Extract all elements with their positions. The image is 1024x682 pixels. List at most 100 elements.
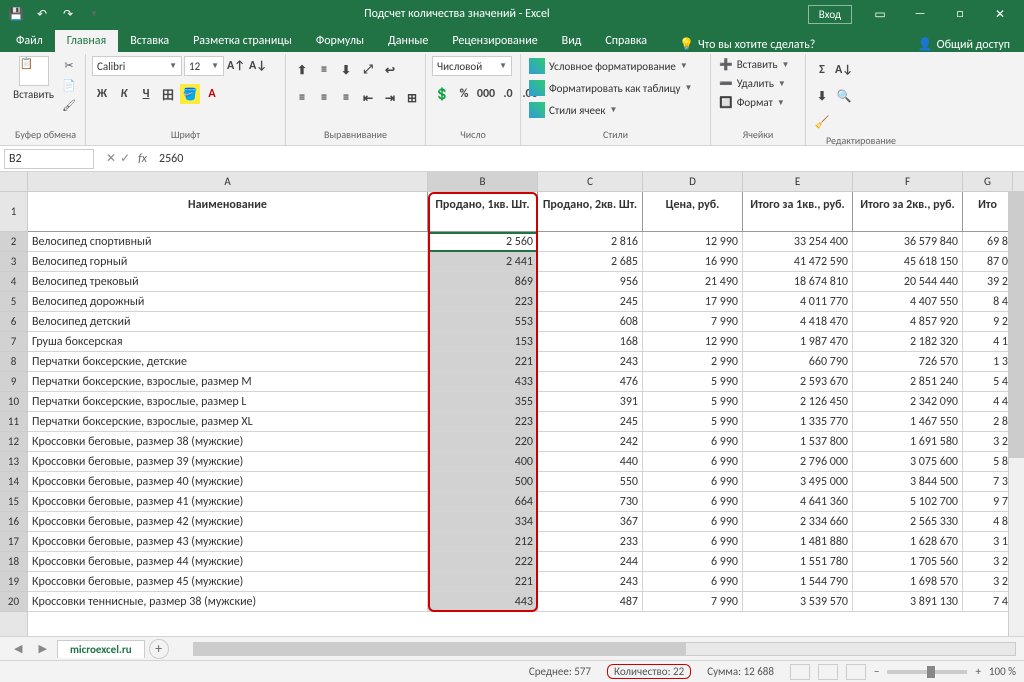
cell[interactable]: 223: [428, 412, 538, 432]
cell[interactable]: 9 2: [963, 312, 1013, 332]
cell[interactable]: 223: [428, 292, 538, 312]
horizontal-scrollbar[interactable]: [193, 642, 1016, 656]
cell[interactable]: 730: [538, 492, 643, 512]
cell[interactable]: 476: [538, 372, 643, 392]
cell[interactable]: 220: [428, 432, 538, 452]
row-header-17[interactable]: 17: [0, 532, 27, 552]
cell[interactable]: 4 857 920: [853, 312, 963, 332]
row-header-16[interactable]: 16: [0, 512, 27, 532]
col-header-G[interactable]: G: [963, 172, 1013, 191]
cell[interactable]: 487: [538, 592, 643, 612]
cell[interactable]: 2 593 670: [743, 372, 853, 392]
tab-home[interactable]: Главная: [55, 30, 118, 52]
conditional-format-button[interactable]: Условное форматирование▼: [527, 56, 690, 76]
orientation-icon[interactable]: ⤢: [358, 60, 378, 80]
cell[interactable]: 367: [538, 512, 643, 532]
cell[interactable]: 3 2: [963, 552, 1013, 572]
copy-icon[interactable]: 📄: [59, 76, 79, 94]
cell[interactable]: 400: [428, 452, 538, 472]
cell[interactable]: 553: [428, 312, 538, 332]
cell[interactable]: 500: [428, 472, 538, 492]
formula-bar[interactable]: 2560: [155, 152, 1024, 166]
cell[interactable]: 3 495 000: [743, 472, 853, 492]
cell[interactable]: Велосипед дорожный: [28, 292, 428, 312]
cell[interactable]: 12 990: [643, 332, 743, 352]
delete-cells-button[interactable]: ➖Удалить▼: [717, 75, 788, 92]
cell[interactable]: 245: [538, 292, 643, 312]
cell[interactable]: 7 990: [643, 312, 743, 332]
cell[interactable]: Перчатки боксерские, взрослые, размер L: [28, 392, 428, 412]
row-header-11[interactable]: 11: [0, 412, 27, 432]
cell[interactable]: 4 1: [963, 332, 1013, 352]
cell[interactable]: 1 698 570: [853, 572, 963, 592]
row-header-2[interactable]: 2: [0, 232, 27, 252]
cell[interactable]: 4 407 550: [853, 292, 963, 312]
cell[interactable]: 2 816: [538, 232, 643, 252]
cell[interactable]: 9 7: [963, 492, 1013, 512]
cell[interactable]: 212: [428, 532, 538, 552]
cell[interactable]: 21 490: [643, 272, 743, 292]
tab-nav-next-icon[interactable]: ▶: [32, 642, 52, 655]
row-header-4[interactable]: 4: [0, 272, 27, 292]
merge-icon[interactable]: ⊞: [402, 88, 422, 108]
cell[interactable]: 243: [538, 572, 643, 592]
cell[interactable]: 2 342 090: [853, 392, 963, 412]
cell[interactable]: 1 481 880: [743, 532, 853, 552]
cell[interactable]: 355: [428, 392, 538, 412]
cell[interactable]: 4 4: [963, 392, 1013, 412]
cell[interactable]: 433: [428, 372, 538, 392]
cell[interactable]: Кроссовки беговые, размер 43 (мужские): [28, 532, 428, 552]
cell[interactable]: 3 075 600: [853, 452, 963, 472]
tab-help[interactable]: Справка: [593, 30, 659, 52]
format-painter-icon[interactable]: 🖌: [59, 96, 79, 114]
tab-formulas[interactable]: Формулы: [304, 30, 376, 52]
cell[interactable]: 1 3: [963, 352, 1013, 372]
row-header-12[interactable]: 12: [0, 432, 27, 452]
decrease-indent-icon[interactable]: ⇤: [358, 88, 378, 108]
page-break-view-icon[interactable]: [846, 664, 866, 680]
cell[interactable]: 2 441: [428, 252, 538, 272]
cell[interactable]: Кроссовки беговые, размер 38 (мужские): [28, 432, 428, 452]
cell[interactable]: 1 987 470: [743, 332, 853, 352]
number-format-select[interactable]: Числовой▼: [432, 56, 512, 76]
cell[interactable]: 1 544 790: [743, 572, 853, 592]
add-sheet-button[interactable]: +: [149, 639, 169, 659]
cell[interactable]: 5 102 700: [853, 492, 963, 512]
cut-icon[interactable]: ✂: [59, 56, 79, 74]
col-header-D[interactable]: D: [643, 172, 743, 191]
cell[interactable]: Перчатки боксерские, взрослые, размер XL: [28, 412, 428, 432]
header-cell[interactable]: Цена, руб.: [643, 192, 743, 232]
close-icon[interactable]: ✕: [980, 0, 1020, 28]
header-cell[interactable]: Итого за 1кв., руб.: [743, 192, 853, 232]
cell[interactable]: 391: [538, 392, 643, 412]
cell[interactable]: Перчатки боксерские, взрослые, размер M: [28, 372, 428, 392]
fill-icon[interactable]: ⬇: [812, 86, 832, 106]
format-as-table-button[interactable]: Форматировать как таблицу▼: [527, 78, 694, 98]
paste-button[interactable]: 📋Вставить: [12, 56, 55, 101]
cell[interactable]: 6 990: [643, 552, 743, 572]
cell[interactable]: Груша боксерская: [28, 332, 428, 352]
cell[interactable]: 2 851 240: [853, 372, 963, 392]
cell[interactable]: 5 990: [643, 392, 743, 412]
cell[interactable]: 12 990: [643, 232, 743, 252]
row-header-20[interactable]: 20: [0, 592, 27, 612]
tell-me-search[interactable]: 💡Что вы хотите сделать?: [669, 37, 825, 52]
cell[interactable]: 2 126 450: [743, 392, 853, 412]
clear-icon[interactable]: 🧹: [812, 112, 832, 132]
cell[interactable]: 20 544 440: [853, 272, 963, 292]
cell[interactable]: 153: [428, 332, 538, 352]
cell[interactable]: Кроссовки теннисные, размер 38 (мужские): [28, 592, 428, 612]
row-header-6[interactable]: 6: [0, 312, 27, 332]
cell[interactable]: 222: [428, 552, 538, 572]
cell[interactable]: 869: [428, 272, 538, 292]
col-header-B[interactable]: B: [428, 172, 538, 191]
cell[interactable]: 168: [538, 332, 643, 352]
cell[interactable]: 5 8: [963, 452, 1013, 472]
cell[interactable]: 443: [428, 592, 538, 612]
font-color-button[interactable]: A: [202, 84, 222, 104]
scrollbar-thumb[interactable]: [194, 643, 687, 655]
normal-view-icon[interactable]: [790, 664, 810, 680]
insert-cells-button[interactable]: ➕Вставить▼: [717, 56, 791, 73]
cell[interactable]: 36 579 840: [853, 232, 963, 252]
cell[interactable]: Велосипед горный: [28, 252, 428, 272]
